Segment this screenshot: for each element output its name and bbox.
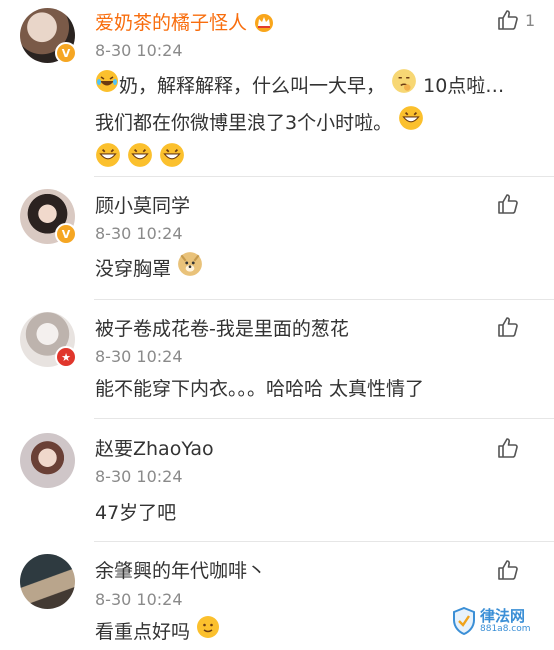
comment-time: 8-30 10:24 bbox=[95, 347, 183, 366]
avatar[interactable] bbox=[20, 433, 75, 488]
avatar[interactable] bbox=[20, 554, 75, 609]
like-button[interactable] bbox=[496, 314, 522, 340]
like-button[interactable] bbox=[496, 557, 522, 583]
star-badge-icon: ★ bbox=[55, 346, 77, 368]
watermark-logo: 律法网 881a8.com bbox=[452, 600, 554, 642]
verified-badge-icon: V bbox=[55, 223, 77, 245]
comment-item: 赵要ZhaoYao 8-30 10:24 47岁了吧 bbox=[0, 419, 554, 541]
verified-badge-icon: V bbox=[55, 42, 77, 64]
like-button[interactable] bbox=[496, 7, 522, 33]
crown-vip-icon bbox=[255, 14, 274, 32]
grin-emoji-icon bbox=[159, 142, 185, 179]
comment-time: 8-30 10:24 bbox=[95, 467, 183, 486]
grin-emoji-icon bbox=[127, 142, 153, 179]
comment-text-part: 奶，解释解释，什么叫一大早， bbox=[119, 75, 386, 97]
commenter-name[interactable]: 赵要ZhaoYao bbox=[95, 437, 214, 461]
thumbs-up-icon bbox=[498, 317, 518, 337]
grin-emoji-icon bbox=[398, 105, 424, 142]
commenter-name[interactable]: 顾小莫同学 bbox=[95, 194, 190, 218]
avatar[interactable]: V bbox=[20, 8, 77, 64]
thinking-emoji-icon bbox=[391, 68, 417, 105]
comment-time: 8-30 10:24 bbox=[95, 590, 183, 609]
comment-text: 能不能穿下内衣。。。哈哈哈 太真性情了 bbox=[95, 378, 425, 400]
avatar[interactable]: ★ bbox=[20, 312, 77, 368]
comment-text: 47岁了吧 bbox=[95, 502, 177, 524]
thumbs-up-icon bbox=[498, 438, 518, 458]
comment-text: 奶，解释解释，什么叫一大早， 10点啦… 我们都在你微博里浪了3个小时啦。 bbox=[95, 68, 526, 179]
comment-time: 8-30 10:24 bbox=[95, 41, 183, 60]
comment-item: V 顾小莫同学 8-30 10:24 没穿胸罩 bbox=[0, 177, 554, 299]
commenter-name[interactable]: 余肇興的年代咖啡丶 bbox=[95, 559, 266, 583]
commenter-name-text: 爱奶茶的橘子怪人 bbox=[95, 12, 248, 34]
comment-text: 没穿胸罩 bbox=[95, 251, 526, 288]
smile-emoji-icon bbox=[196, 615, 220, 650]
laugh-tears-emoji-icon bbox=[95, 69, 119, 104]
like-button[interactable] bbox=[496, 191, 522, 217]
grin-emoji-icon bbox=[95, 142, 121, 179]
commenter-name[interactable]: 爱奶茶的橘子怪人 bbox=[95, 11, 275, 35]
comment-text-part: 看重点好吗 bbox=[95, 621, 191, 643]
shield-icon bbox=[453, 607, 475, 635]
like-button[interactable] bbox=[496, 435, 522, 461]
thumbs-up-icon bbox=[498, 560, 518, 580]
comment-item: V 爱奶茶的橘子怪人 8-30 10:24 1 奶，解释解释，什么叫一大早， 1… bbox=[0, 0, 554, 176]
watermark-sub: 881a8.com bbox=[480, 624, 531, 634]
comment-item: ★ 被子卷成花卷-我是里面的葱花 8-30 10:24 能不能穿下内衣。。。哈哈… bbox=[0, 300, 554, 418]
thumbs-up-icon bbox=[498, 194, 518, 214]
thumbs-up-icon bbox=[498, 10, 518, 30]
commenter-name[interactable]: 被子卷成花卷-我是里面的葱花 bbox=[95, 317, 349, 341]
doge-emoji-icon bbox=[177, 251, 203, 288]
comment-text-part: 没穿胸罩 bbox=[95, 258, 172, 280]
avatar[interactable]: V bbox=[20, 189, 77, 245]
comment-time: 8-30 10:24 bbox=[95, 224, 183, 243]
like-count: 1 bbox=[525, 11, 536, 30]
watermark-title: 律法网 bbox=[480, 607, 526, 625]
